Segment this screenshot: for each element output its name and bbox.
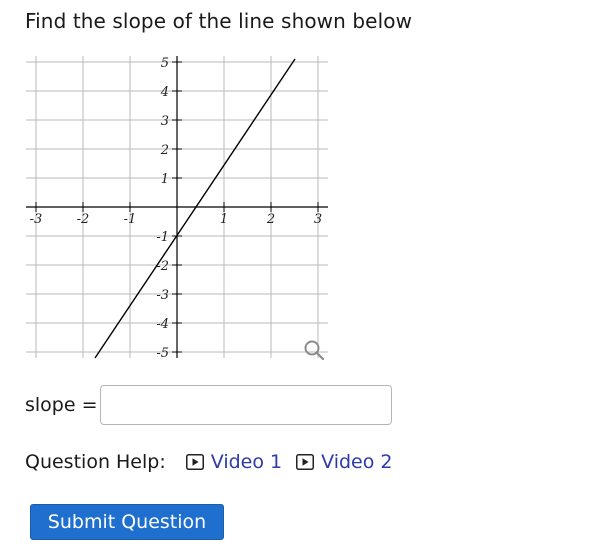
answer-row: slope = — [25, 385, 392, 425]
video-2-label: Video 2 — [321, 451, 393, 473]
y-tick-label: -1 — [156, 230, 169, 245]
x-tick-label: 2 — [266, 212, 275, 227]
play-icon — [296, 454, 315, 470]
x-tick-label: -2 — [77, 212, 90, 227]
y-tick-label: -3 — [156, 288, 169, 303]
graph-svg: -3 -2 -1 1 2 3 5 4 3 2 1 -1 -2 -3 -4 -5 — [26, 56, 328, 361]
submit-question-button[interactable]: Submit Question — [30, 504, 224, 540]
slope-input[interactable] — [100, 385, 392, 425]
y-tick-label: -2 — [156, 259, 169, 274]
y-tick-label: -4 — [156, 317, 169, 332]
y-tick-label: 3 — [161, 114, 169, 129]
y-tick-label: -5 — [156, 346, 169, 361]
y-tick-label: 2 — [160, 143, 169, 158]
question-text: Find the slope of the line shown below — [25, 9, 413, 33]
x-tick-label: 1 — [220, 212, 228, 227]
plotted-line — [94, 58, 296, 359]
video-1-link[interactable]: Video 1 — [185, 451, 283, 473]
slope-label: slope = — [25, 394, 98, 416]
x-tick-label: 3 — [314, 212, 322, 227]
question-help-label: Question Help: — [25, 451, 166, 473]
video-1-label: Video 1 — [210, 451, 283, 473]
y-tick-label: 5 — [161, 56, 169, 71]
question-help: Question Help: Video 1 Video 2 — [25, 451, 407, 473]
x-tick-label: -3 — [30, 212, 43, 227]
y-tick-label: 4 — [160, 85, 169, 100]
axes — [26, 56, 328, 358]
tick-labels: -3 -2 -1 1 2 3 5 4 3 2 1 -1 -2 -3 -4 -5 — [30, 56, 322, 361]
coordinate-graph: -3 -2 -1 1 2 3 5 4 3 2 1 -1 -2 -3 -4 -5 — [22, 52, 332, 362]
play-icon — [185, 454, 204, 470]
y-tick-label: 1 — [161, 172, 169, 187]
magnifier-icon[interactable] — [304, 340, 325, 361]
x-tick-label: -1 — [124, 212, 137, 227]
video-2-link[interactable]: Video 2 — [296, 451, 393, 473]
